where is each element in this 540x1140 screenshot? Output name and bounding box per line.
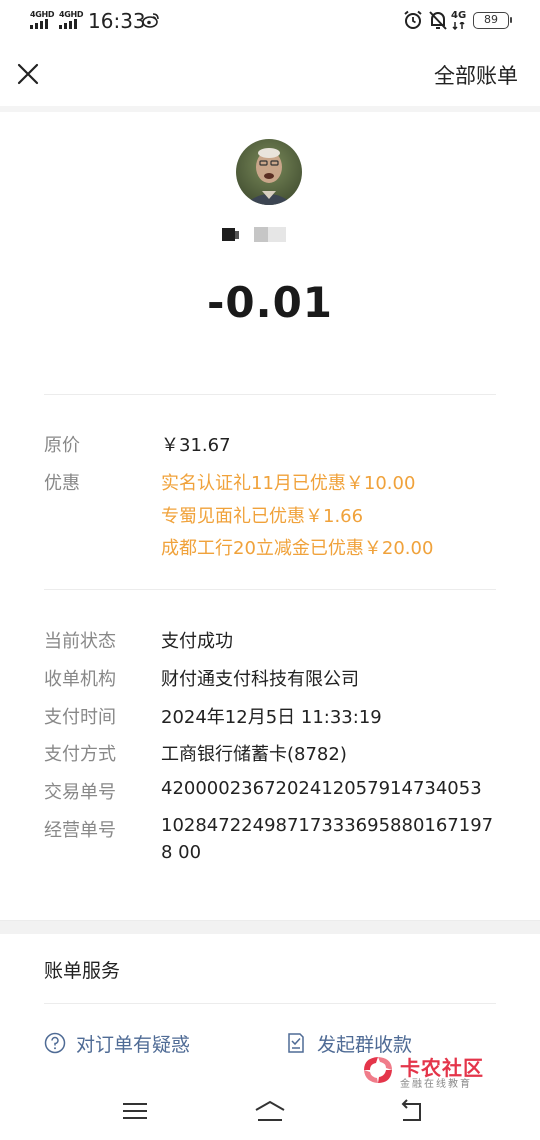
pay-method-label: 支付方式 <box>44 744 116 765</box>
discount-item: 成都工行20立减金已优惠￥20.00 <box>161 538 434 559</box>
back-icon[interactable] <box>394 1096 428 1126</box>
weibo-icon <box>142 13 159 28</box>
alarm-icon <box>404 10 422 29</box>
pay-method-value: 工商银行储蓄卡(8782) <box>161 744 347 765</box>
pay-time-value: 2024年12月5日 11:33:19 <box>161 707 382 728</box>
bill-services-title: 账单服务 <box>44 960 121 982</box>
battery-icon: 89 <box>473 12 512 29</box>
discount-item: 实名认证礼11月已优惠￥10.00 <box>161 473 416 494</box>
status-time: 16:33 <box>88 9 146 33</box>
all-bills-link[interactable]: 全部账单 <box>434 60 518 90</box>
receipt-icon[interactable] <box>285 1032 307 1054</box>
divider <box>44 394 496 395</box>
section-gap <box>0 920 540 934</box>
status-label: 当前状态 <box>44 631 116 652</box>
merchant-order-no-label: 经营单号 <box>44 820 116 841</box>
system-nav-bar <box>0 1088 540 1140</box>
watermark-logo <box>364 1057 392 1083</box>
discount-label: 优惠 <box>44 473 80 494</box>
status-value: 支付成功 <box>161 631 233 652</box>
original-price-value: ￥31.67 <box>161 435 231 456</box>
payment-amount: -0.01 <box>206 278 334 327</box>
divider <box>44 1003 496 1004</box>
transaction-no-value[interactable]: 4200002367202412057914734053 <box>161 778 482 799</box>
original-price-label: 原价 <box>44 435 80 456</box>
menu-icon[interactable] <box>118 1096 152 1126</box>
close-icon[interactable] <box>10 56 46 92</box>
network-icon: 4G <box>451 10 469 30</box>
status-bar: 4GHD 4GHD 16:33 4G 89 <box>0 0 540 42</box>
bill-detail-page: 4GHD 4GHD 16:33 4G 89 全部账单 -0.01 原价 ￥31.… <box>0 0 540 1140</box>
divider <box>44 589 496 590</box>
mute-bell-icon <box>429 11 447 30</box>
transaction-no-label: 交易单号 <box>44 782 116 803</box>
acquirer-value: 财付通支付科技有限公司 <box>161 669 359 690</box>
merchant-order-no-value[interactable]: 102847224987173336958801671978 00 <box>161 812 501 866</box>
payee-name-blurred <box>222 227 286 242</box>
order-question-link[interactable]: 对订单有疑惑 <box>76 1030 190 1057</box>
acquirer-label: 收单机构 <box>44 669 116 690</box>
home-icon[interactable] <box>253 1096 287 1126</box>
pay-time-label: 支付时间 <box>44 707 116 728</box>
question-icon[interactable] <box>44 1032 66 1054</box>
nav-bar: 全部账单 <box>0 42 540 106</box>
nav-divider <box>0 106 540 112</box>
discount-item: 专蜀见面礼已优惠￥1.66 <box>161 506 364 527</box>
avatar <box>236 139 302 205</box>
